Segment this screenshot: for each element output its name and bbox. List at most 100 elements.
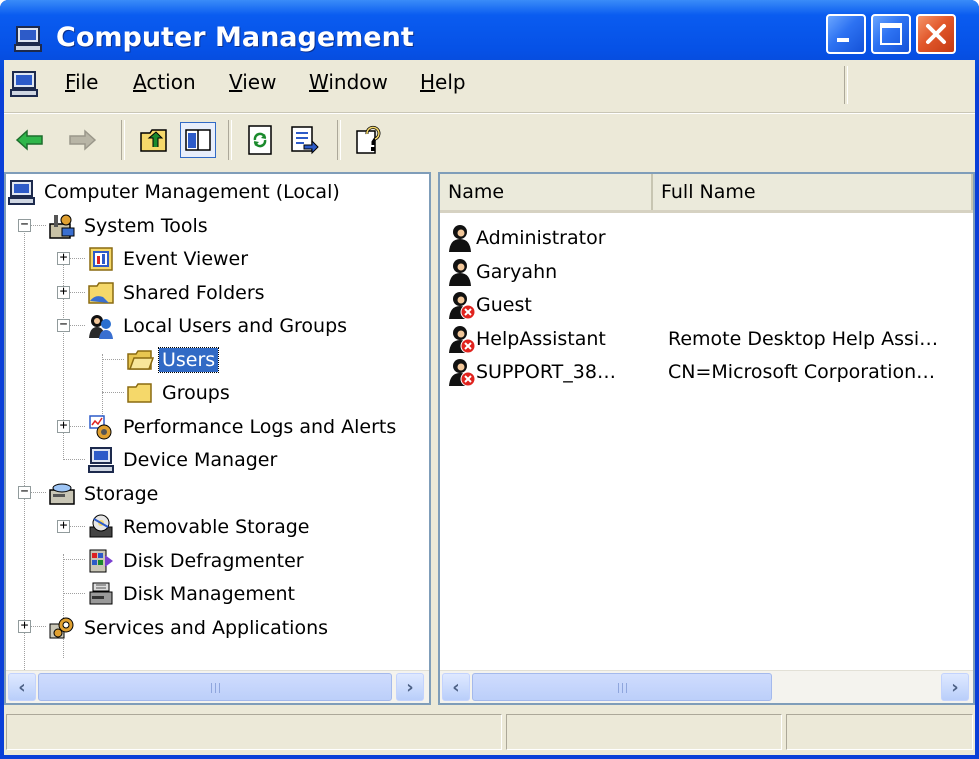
expand-toggle[interactable]: +	[18, 619, 31, 633]
event-viewer-icon	[89, 247, 113, 271]
forward-arrow-icon	[69, 129, 97, 151]
collapse-toggle[interactable]: −	[57, 318, 70, 332]
minimize-button[interactable]	[826, 14, 866, 54]
services-icon	[49, 617, 74, 639]
performance-icon	[89, 415, 112, 440]
up-one-level-button[interactable]	[136, 122, 172, 158]
console-tree[interactable]: − + + − + − + + Computer Management (Loc…	[4, 172, 431, 705]
disk-management-icon	[89, 582, 113, 605]
expand-toggle[interactable]: +	[57, 251, 70, 265]
tree-node-services-applications[interactable]: Services and Applications	[48, 612, 331, 644]
tree-node-groups[interactable]: Groups	[126, 377, 233, 409]
expand-toggle[interactable]: +	[57, 285, 70, 299]
tree-node-system-tools[interactable]: System Tools	[48, 210, 211, 242]
tree-node-local-users-groups[interactable]: Local Users and Groups	[87, 310, 350, 342]
collapse-toggle[interactable]: −	[18, 485, 31, 499]
list-item-user[interactable]: Guest	[446, 289, 668, 321]
help-button[interactable]	[352, 122, 388, 158]
chevron-right-icon: ›	[406, 676, 414, 698]
close-icon	[926, 24, 946, 44]
tree-node-label: Performance Logs and Alerts	[123, 416, 397, 438]
export-list-icon	[291, 126, 319, 155]
user-name: Guest	[476, 294, 532, 316]
tree-node-users[interactable]: Users	[126, 344, 220, 376]
menu-help[interactable]: Help	[420, 70, 466, 94]
show-hide-console-tree-button[interactable]	[180, 122, 216, 158]
refresh-button[interactable]	[242, 122, 278, 158]
computer-management-window: Computer Management File Action View Win…	[0, 0, 979, 759]
expand-toggle[interactable]: +	[57, 519, 70, 533]
window-title: Computer Management	[56, 22, 414, 53]
folder-icon	[127, 350, 154, 370]
forward-button[interactable]	[64, 122, 100, 158]
user-name: SUPPORT_38…	[476, 361, 616, 383]
user-full-name: CN=Microsoft Corporation…	[668, 361, 936, 383]
column-header-name[interactable]: Name	[440, 174, 653, 210]
tree-node-event-viewer[interactable]: Event Viewer	[87, 243, 251, 275]
list-horizontal-scrollbar[interactable]: ‹ ›	[440, 670, 973, 703]
storage-icon	[49, 483, 75, 505]
collapse-toggle[interactable]: −	[18, 218, 31, 232]
computer-icon	[14, 26, 42, 52]
users-groups-icon	[89, 315, 113, 339]
device-manager-icon	[88, 447, 114, 473]
expand-toggle[interactable]: +	[57, 419, 70, 433]
tree-node-disk-defragmenter[interactable]: Disk Defragmenter	[87, 545, 307, 577]
maximize-button[interactable]	[871, 14, 911, 54]
column-header-full-name[interactable]: Full Name	[653, 174, 973, 210]
system-tools-icon	[49, 214, 75, 239]
menu-view[interactable]: View	[229, 70, 276, 94]
close-button[interactable]	[916, 14, 956, 54]
tree-node-label: Shared Folders	[123, 282, 265, 304]
tree-node-computer-management[interactable]: Computer Management (Local)	[8, 176, 343, 208]
tree-node-storage[interactable]: Storage	[48, 478, 161, 510]
chevron-right-icon: ›	[951, 676, 959, 698]
disabled-user-icon	[449, 326, 476, 354]
list-item-user[interactable]: HelpAssistant Remote Desktop Help Assi…	[446, 323, 938, 355]
tree-node-device-manager[interactable]: Device Manager	[87, 444, 280, 476]
back-arrow-icon	[15, 129, 43, 151]
details-list[interactable]: Name Full Name Administrator Garyahn Gue…	[438, 172, 975, 705]
computer-icon[interactable]	[10, 70, 40, 98]
scroll-right-button[interactable]: ›	[396, 673, 424, 701]
tree-node-shared-folders[interactable]: Shared Folders	[87, 277, 268, 309]
chevron-left-icon: ‹	[18, 676, 26, 698]
scroll-right-button[interactable]: ›	[941, 673, 969, 701]
minimize-icon	[837, 38, 849, 42]
user-name: HelpAssistant	[476, 328, 606, 350]
status-pane	[786, 714, 973, 750]
menu-action[interactable]: Action	[133, 70, 196, 94]
toolbar-separator	[337, 120, 341, 160]
tree-node-label: Disk Management	[123, 583, 296, 605]
tree-horizontal-scrollbar[interactable]: ‹ ›	[6, 670, 429, 703]
up-one-level-icon	[140, 129, 167, 152]
tree-node-label: Storage	[84, 483, 159, 505]
menu-separator	[844, 66, 848, 104]
list-item-user[interactable]: Administrator	[446, 222, 668, 254]
list-item-user[interactable]: Garyahn	[446, 256, 668, 288]
shared-folders-icon	[88, 282, 114, 304]
tree-node-performance-logs[interactable]: Performance Logs and Alerts	[87, 411, 399, 443]
scroll-left-button[interactable]: ‹	[8, 673, 36, 701]
tree-node-label: Local Users and Groups	[123, 315, 348, 337]
toolbar-separator	[228, 120, 232, 160]
tree-node-label: Device Manager	[123, 449, 278, 471]
list-item-user[interactable]: SUPPORT_38… CN=Microsoft Corporation…	[446, 356, 935, 388]
user-name: Administrator	[476, 227, 606, 249]
menu-file[interactable]: File	[65, 70, 98, 94]
scroll-left-button[interactable]: ‹	[442, 673, 470, 701]
back-button[interactable]	[12, 122, 48, 158]
client-area: File Action View Window Help − + + − + −…	[4, 60, 975, 755]
tree-node-label: Event Viewer	[123, 248, 249, 270]
menu-window[interactable]: Window	[309, 70, 388, 94]
maximize-icon	[880, 23, 902, 45]
tree-node-disk-management[interactable]: Disk Management	[87, 578, 298, 610]
disabled-user-icon	[449, 292, 476, 320]
user-name: Garyahn	[476, 261, 558, 283]
export-list-button[interactable]	[287, 122, 323, 158]
removable-storage-icon	[89, 514, 113, 538]
scroll-thumb[interactable]	[38, 673, 392, 701]
tree-node-removable-storage[interactable]: Removable Storage	[87, 511, 312, 543]
scroll-thumb[interactable]	[472, 673, 772, 701]
tree-line	[63, 459, 85, 460]
